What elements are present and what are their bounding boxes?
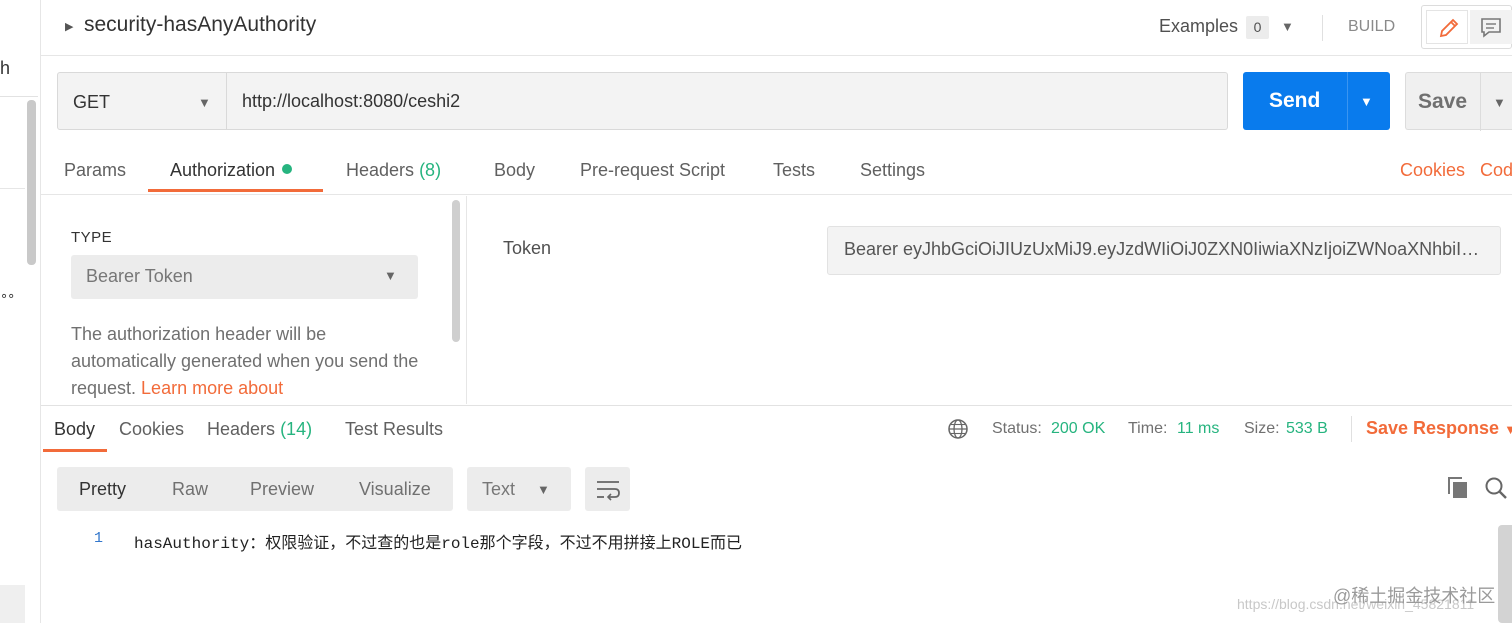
save-divider: [1480, 73, 1481, 131]
status-label: Status:: [992, 420, 1042, 437]
response-tab-headers-label: Headers: [207, 419, 276, 439]
examples-button[interactable]: Examples: [1159, 16, 1238, 37]
response-body-text[interactable]: hasAuthority：权限验证，不过查的也是role那个字段，不过不用拼接上…: [134, 529, 742, 553]
save-label: Save: [1418, 90, 1468, 113]
tab-headers-count: (8): [419, 160, 442, 180]
sidebar-divider: [0, 96, 38, 97]
sidebar-edge: h ∘∘: [0, 0, 41, 623]
token-value: Bearer eyJhbGciOiJIUzUxMiJ9.eyJzdWIiOiJ0…: [844, 239, 1486, 259]
send-label: Send: [1269, 89, 1321, 112]
response-tab-headers-count: (14): [280, 419, 313, 439]
tab-tests[interactable]: Tests: [773, 160, 815, 181]
tab-authorization[interactable]: Authorization: [170, 160, 293, 181]
watermark-brand: @稀土掘金技术社区: [1333, 586, 1496, 606]
sidebar-scrollbar[interactable]: [27, 100, 36, 265]
wrap-lines-icon: [595, 477, 621, 506]
active-tab-underline: [148, 189, 323, 192]
tab-body[interactable]: Body: [494, 160, 535, 181]
tab-authorization-label: Authorization: [170, 160, 276, 180]
method-value: GET: [73, 92, 111, 112]
sidebar-row-divider: [0, 188, 25, 189]
token-input[interactable]: Bearer eyJhbGciOiJIUzUxMiJ9.eyJzdWIiOiJ0…: [827, 226, 1501, 275]
auth-type-panel: TYPE Bearer Token ▼ The authorization he…: [41, 196, 467, 404]
send-button[interactable]: Send ▼: [1243, 72, 1390, 130]
response-active-tab-underline: [43, 449, 107, 452]
auth-active-dot-icon: [282, 164, 293, 174]
build-button[interactable]: BUILD: [1348, 18, 1395, 36]
save-options-chevron-down-icon[interactable]: ▼: [1493, 95, 1506, 110]
response-format-chevron-down-icon: ▼: [537, 482, 550, 497]
size-value: 533 B: [1286, 420, 1328, 437]
method-chevron-down-icon: ▼: [198, 95, 211, 110]
mode-toggle: [1421, 5, 1512, 49]
edit-pencil-icon[interactable]: [1426, 10, 1468, 44]
token-label: Token: [503, 238, 552, 258]
response-tab-cookies[interactable]: Cookies: [119, 419, 184, 440]
view-visualize-button[interactable]: Visualize: [359, 479, 431, 500]
view-pretty-button[interactable]: Pretty: [79, 479, 126, 500]
url-value: http://localhost:8080/ceshi2: [242, 91, 461, 111]
request-title[interactable]: security-hasAnyAuthority: [84, 13, 316, 37]
save-response-button[interactable]: Save Response ▼: [1366, 418, 1512, 439]
auth-description: The authorization header will be automat…: [71, 321, 431, 402]
auth-type-select[interactable]: Bearer Token ▼: [71, 255, 418, 299]
auth-type-chevron-down-icon: ▼: [384, 268, 397, 283]
response-view-group: Pretty Raw Preview Visualize: [57, 467, 453, 511]
view-raw-button[interactable]: Raw: [172, 479, 208, 500]
response-bar: Body Cookies Headers (14) Test Results S…: [41, 405, 1512, 453]
method-select[interactable]: GET ▼: [57, 72, 227, 130]
code-link[interactable]: Code: [1480, 160, 1512, 181]
save-response-chevron-down-icon: ▼: [1504, 422, 1512, 437]
response-format-value: Text: [482, 479, 516, 499]
tab-pre-request-script[interactable]: Pre-request Script: [580, 160, 725, 181]
time-label: Time:: [1128, 420, 1168, 437]
url-input[interactable]: http://localhost:8080/ceshi2: [227, 72, 1228, 130]
status-divider: [1351, 416, 1352, 442]
request-header: ▶ security-hasAnyAuthority Examples 0 ▼ …: [41, 0, 1512, 56]
response-tab-test-results[interactable]: Test Results: [345, 419, 443, 440]
globe-icon[interactable]: [947, 418, 969, 445]
tab-headers-label: Headers: [346, 160, 415, 180]
auth-type-value: Bearer Token: [86, 266, 193, 286]
send-options-chevron-down-icon[interactable]: ▼: [1360, 94, 1373, 109]
cookies-link[interactable]: Cookies: [1400, 160, 1465, 181]
response-tab-headers[interactable]: Headers (14): [207, 419, 312, 440]
sidebar-fragment-text: h: [0, 58, 11, 78]
send-divider: [1347, 72, 1348, 130]
tab-headers[interactable]: Headers (8): [346, 160, 441, 181]
auth-panel-scrollbar[interactable]: [452, 200, 460, 342]
request-tabs: Params Authorization Headers (8) Body Pr…: [41, 148, 1512, 195]
response-tab-body[interactable]: Body: [54, 419, 95, 440]
time-value: 11 ms: [1177, 420, 1220, 437]
save-button[interactable]: Save ▼: [1405, 72, 1512, 131]
response-scrollbar[interactable]: [1498, 525, 1512, 623]
comment-icon[interactable]: [1470, 10, 1512, 44]
wrap-lines-button[interactable]: [585, 467, 630, 511]
sidebar-fragment-dots: ∘∘: [0, 288, 15, 303]
auth-type-label: TYPE: [71, 229, 113, 246]
examples-chevron-down-icon[interactable]: ▼: [1281, 19, 1294, 34]
size-label: Size:: [1244, 420, 1280, 437]
expand-caret-icon[interactable]: ▶: [65, 20, 73, 33]
search-icon[interactable]: [1484, 476, 1510, 505]
learn-more-link[interactable]: Learn more about: [141, 378, 283, 398]
examples-count-badge: 0: [1246, 16, 1269, 39]
sidebar-selected-row[interactable]: [0, 585, 25, 623]
tab-params[interactable]: Params: [64, 160, 126, 181]
view-preview-button[interactable]: Preview: [250, 479, 314, 500]
header-divider: [1322, 15, 1323, 41]
tab-settings[interactable]: Settings: [860, 160, 925, 181]
save-response-label: Save Response: [1366, 418, 1500, 438]
copy-icon[interactable]: [1446, 476, 1470, 505]
line-number: 1: [94, 530, 104, 547]
status-value: 200 OK: [1051, 420, 1106, 437]
response-format-select[interactable]: Text ▼: [467, 467, 571, 511]
